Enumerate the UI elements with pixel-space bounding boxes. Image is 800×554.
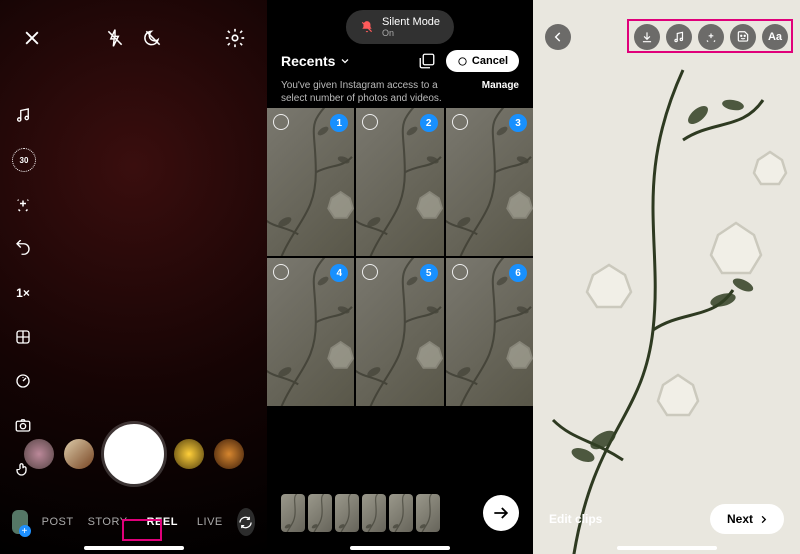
close-icon[interactable] (20, 26, 44, 50)
sticker-icon[interactable] (730, 24, 756, 50)
cancel-button[interactable]: Cancel (446, 50, 519, 72)
mode-live[interactable]: LIVE (197, 516, 223, 528)
chevron-down-icon (339, 55, 351, 67)
multi-select-icon[interactable] (418, 52, 436, 70)
duration-badge[interactable]: 30 (12, 148, 36, 172)
mode-story[interactable]: STORY (88, 516, 128, 528)
selected-clips-strip (267, 494, 533, 532)
text-icon[interactable]: Aa (762, 24, 788, 50)
clip-thumbnail[interactable] (308, 494, 332, 532)
effect-thumb[interactable] (214, 439, 244, 469)
select-radio-icon (273, 264, 289, 280)
media-picker-screen: Silent Mode On Recents Cancel You've giv… (267, 0, 533, 554)
permission-notice: You've given Instagram access to a selec… (267, 80, 533, 105)
effect-thumb[interactable] (24, 439, 54, 469)
home-indicator (84, 546, 184, 550)
selection-badge: 3 (509, 114, 527, 132)
flip-camera-icon[interactable] (237, 508, 255, 536)
edit-clips-button[interactable]: Edit clips (549, 512, 602, 526)
back-button[interactable] (545, 24, 571, 50)
media-thumbnail[interactable]: 2 (356, 108, 443, 256)
music-icon[interactable] (666, 24, 692, 50)
capture-row (0, 424, 267, 484)
select-radio-icon (452, 264, 468, 280)
clip-thumbnail[interactable] (416, 494, 440, 532)
selection-badge: 6 (509, 264, 527, 282)
preview-image (533, 0, 800, 554)
media-thumbnail[interactable]: 4 (267, 258, 354, 406)
clip-thumbnail[interactable] (281, 494, 305, 532)
selection-badge: 5 (420, 264, 438, 282)
mode-reel[interactable]: REEL (142, 514, 183, 530)
settings-icon[interactable] (223, 26, 247, 50)
camera-screen: 30 1× POST STORY REEL LIVE (0, 0, 267, 554)
home-indicator (350, 546, 450, 550)
mode-row: POST STORY REEL LIVE (0, 508, 267, 536)
next-button[interactable]: Next (710, 504, 784, 534)
media-thumbnail[interactable]: 3 (446, 108, 533, 256)
media-thumbnail[interactable]: 1 (267, 108, 354, 256)
gallery-button[interactable] (12, 510, 28, 534)
effects-icon[interactable] (698, 24, 724, 50)
flash-off-icon[interactable] (103, 26, 127, 50)
selection-badge: 2 (420, 114, 438, 132)
speed-icon[interactable] (12, 370, 34, 392)
clip-thumbnail[interactable] (335, 494, 359, 532)
undo-icon[interactable] (12, 238, 34, 260)
clip-thumbnail[interactable] (362, 494, 386, 532)
clip-thumbnail[interactable] (389, 494, 413, 532)
permission-text: You've given Instagram access to a selec… (281, 80, 461, 105)
layout-icon[interactable] (12, 326, 34, 348)
home-indicator (617, 546, 717, 550)
select-radio-icon (273, 114, 289, 130)
download-icon[interactable] (634, 24, 660, 50)
camera-top-row (0, 26, 267, 50)
mode-post[interactable]: POST (42, 516, 74, 528)
effects-icon[interactable] (12, 194, 34, 216)
proceed-button[interactable] (483, 495, 519, 531)
edit-tools: Aa (634, 24, 788, 50)
banner-subtitle: On (382, 28, 440, 38)
shutter-button[interactable] (104, 424, 164, 484)
media-grid: 1 2 3 4 5 6 (267, 108, 533, 406)
album-selector[interactable]: Recents (281, 53, 351, 69)
zoom-label[interactable]: 1× (12, 282, 34, 304)
effect-thumb[interactable] (64, 439, 94, 469)
select-radio-icon (452, 114, 468, 130)
edit-screen: Aa Edit clips Next (533, 0, 800, 554)
media-thumbnail[interactable]: 5 (356, 258, 443, 406)
effect-thumb[interactable] (174, 439, 204, 469)
night-off-icon[interactable] (141, 26, 165, 50)
manage-button[interactable]: Manage (482, 80, 519, 93)
silent-mode-banner: Silent Mode On (346, 10, 454, 44)
music-icon[interactable] (12, 104, 34, 126)
media-thumbnail[interactable]: 6 (446, 258, 533, 406)
banner-title: Silent Mode (382, 16, 440, 28)
